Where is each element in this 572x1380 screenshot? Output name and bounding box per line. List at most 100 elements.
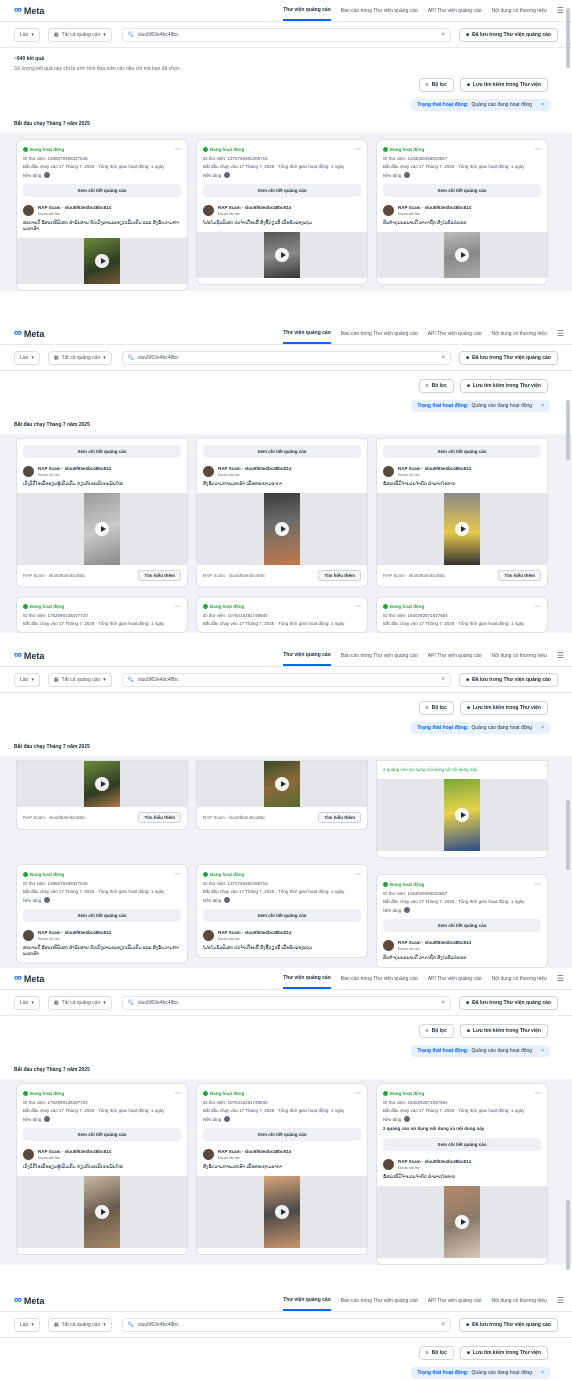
saved-ads-button[interactable]: ■ Đã lưu trong Thư viện quảng cáo [459,1317,558,1332]
category-select[interactable]: ▦ Tất cả quảng cáo ▾ [47,1317,112,1332]
search-input[interactable]: 🔍 sluu5f63e4bc48bc × [121,995,452,1010]
tab-ad-library-api[interactable]: API Thư viện quảng cáo [428,1292,482,1310]
filter-button[interactable]: ≡ Bộ lọc [418,701,454,715]
ad-video[interactable] [197,232,367,279]
play-icon[interactable] [95,1205,109,1220]
more-options-icon[interactable]: ⋯ [175,603,181,610]
more-options-icon[interactable]: ⋯ [355,871,361,878]
advertiser-name[interactable]: RAP Scam · sluu5f63e4bc48bc814 [398,1159,471,1164]
more-options-icon[interactable]: ⋯ [355,1090,361,1097]
advertiser-name[interactable]: RAP Scam · sluu5f63e4bc48bc814 [38,466,111,471]
save-search-button[interactable]: ■ Lưu tìm kiếm trong Thư viện [459,379,548,393]
advertiser-avatar[interactable] [23,1149,34,1160]
remove-filter-icon[interactable]: × [541,1370,544,1376]
play-icon[interactable] [95,777,109,791]
save-search-button[interactable]: ■ Lưu tìm kiếm trong Thư viện [459,1346,548,1360]
search-input[interactable]: 🔍 sluu5f63e4bc48bc × [121,350,452,365]
active-filter-chip[interactable]: Trạng thái hoạt động: Quảng cáo đang hoạt… [411,722,550,734]
learn-more-button[interactable]: Tìm hiểu thêm [138,570,181,582]
ad-details-button[interactable]: Xem chi tiết quảng cáo [383,445,541,458]
advertiser-avatar[interactable] [23,466,34,477]
more-icon[interactable]: ☰ [557,1296,564,1305]
more-icon[interactable]: ☰ [557,974,564,983]
more-options-icon[interactable]: ⋯ [535,881,541,888]
more-options-icon[interactable]: ⋯ [535,603,541,610]
advertiser-name[interactable]: RAP Scam · sluu5f63e4bc48bc814 [218,930,291,935]
advertiser-name[interactable]: RAP Scam · sluu5f63e4bc48bc814 [398,940,471,945]
play-icon[interactable] [455,1215,469,1230]
play-icon[interactable] [455,808,469,823]
ad-details-button[interactable]: Xem chi tiết quảng cáo [203,445,361,458]
tab-ad-library-report[interactable]: Báo cáo trong Thư viện quảng cáo [341,1292,418,1310]
learn-more-button[interactable]: Tìm hiểu thêm [498,570,541,582]
play-icon[interactable] [275,777,289,791]
meta-logo[interactable]: ∞ Meta [14,328,44,339]
meta-logo[interactable]: ∞ Meta [14,1295,44,1306]
search-input[interactable]: 🔍 sluu5f63e4bc48bc × [121,27,452,42]
saved-ads-button[interactable]: ■ Đã lưu trong Thư viện quảng cáo [459,995,558,1010]
more-options-icon[interactable]: ⋯ [175,1090,181,1097]
ad-video[interactable] [17,1176,187,1249]
search-input[interactable]: 🔍 sluu5f63e4bc48bc × [121,672,452,687]
tab-ad-library[interactable]: Thư viện quảng cáo [283,1,331,21]
tab-ad-library[interactable]: Thư viện quảng cáo [283,646,331,666]
country-select[interactable]: Lào ▾ [14,27,40,42]
advertiser-avatar[interactable] [203,466,214,477]
advertiser-name[interactable]: RAP Scam · sluu5f63e4bc48bc814 [38,205,111,210]
advertiser-name[interactable]: RAP Scam · sluu5f63e4bc48bc814 [38,1149,111,1154]
more-options-icon[interactable]: ⋯ [175,146,181,153]
ad-details-button[interactable]: Xem chi tiết quảng cáo [23,1128,181,1141]
save-search-button[interactable]: ■ Lưu tìm kiếm trong Thư viện [459,78,548,92]
ad-details-button[interactable]: Xem chi tiết quảng cáo [203,1128,361,1141]
play-icon[interactable] [275,1205,289,1220]
learn-more-button[interactable]: Tìm hiểu thêm [138,812,181,823]
saved-ads-button[interactable]: ■ Đã lưu trong Thư viện quảng cáo [459,350,558,365]
tab-branded-content[interactable]: Nội dung có thương hiệu [492,647,547,665]
tab-branded-content[interactable]: Nội dung có thương hiệu [492,2,547,20]
advertiser-name[interactable]: RAP Scam · sluu5f63e4bc48bc814 [398,205,471,210]
play-icon[interactable] [95,522,109,537]
tab-ad-library[interactable]: Thư viện quảng cáo [283,969,331,989]
remove-filter-icon[interactable]: × [541,725,544,731]
remove-filter-icon[interactable]: × [541,102,544,108]
remove-filter-icon[interactable]: × [541,403,544,409]
ad-video[interactable] [197,1176,367,1249]
filter-button[interactable]: ≡ Bộ lọc [418,379,454,393]
ad-video[interactable] [377,493,547,566]
ad-details-button[interactable]: Xem chi tiết quảng cáo [383,919,541,933]
play-icon[interactable] [455,248,469,263]
saved-ads-button[interactable]: ■ Đã lưu trong Thư viện quảng cáo [459,27,558,42]
play-icon[interactable] [275,248,289,263]
ad-video[interactable] [377,232,547,279]
advertiser-avatar[interactable] [23,930,34,941]
advertiser-avatar[interactable] [383,940,394,952]
country-select[interactable]: Lào ▾ [14,995,40,1010]
scrollbar-thumb[interactable] [566,8,570,68]
ad-details-button[interactable]: Xem chi tiết quảng cáo [383,1138,541,1152]
meta-logo[interactable]: ∞ Meta [14,650,44,661]
category-select[interactable]: ▦ Tất cả quảng cáo ▾ [47,350,112,365]
more-icon[interactable]: ☰ [557,329,564,338]
save-search-button[interactable]: ■ Lưu tìm kiếm trong Thư viện [459,701,548,715]
tab-ad-library-report[interactable]: Báo cáo trong Thư viện quảng cáo [341,647,418,665]
scrollbar-thumb[interactable] [566,400,570,460]
ad-video[interactable] [197,493,367,566]
ad-details-button[interactable]: Xem chi tiết quảng cáo [23,909,181,922]
ad-details-button[interactable]: Xem chi tiết quảng cáo [203,184,361,197]
scrollbar-thumb[interactable] [566,1200,570,1270]
tab-ad-library-report[interactable]: Báo cáo trong Thư viện quảng cáo [341,325,418,343]
advertiser-name[interactable]: RAP Scam · sluu5f63e4bc48bc814 [398,466,471,471]
tab-ad-library-report[interactable]: Báo cáo trong Thư viện quảng cáo [341,970,418,988]
learn-more-button[interactable]: Tìm hiểu thêm [318,812,361,823]
tab-ad-library[interactable]: Thư viện quảng cáo [283,324,331,344]
meta-logo[interactable]: ∞ Meta [14,5,44,16]
clear-icon[interactable]: × [442,677,446,683]
clear-icon[interactable]: × [442,1000,446,1006]
clear-icon[interactable]: × [442,32,446,38]
ad-details-button[interactable]: Xem chi tiết quảng cáo [23,445,181,458]
more-icon[interactable]: ☰ [557,6,564,15]
advertiser-avatar[interactable] [203,1149,214,1160]
tab-ad-library-api[interactable]: API Thư viện quảng cáo [428,970,482,988]
play-icon[interactable] [95,254,109,269]
more-options-icon[interactable]: ⋯ [355,146,361,153]
